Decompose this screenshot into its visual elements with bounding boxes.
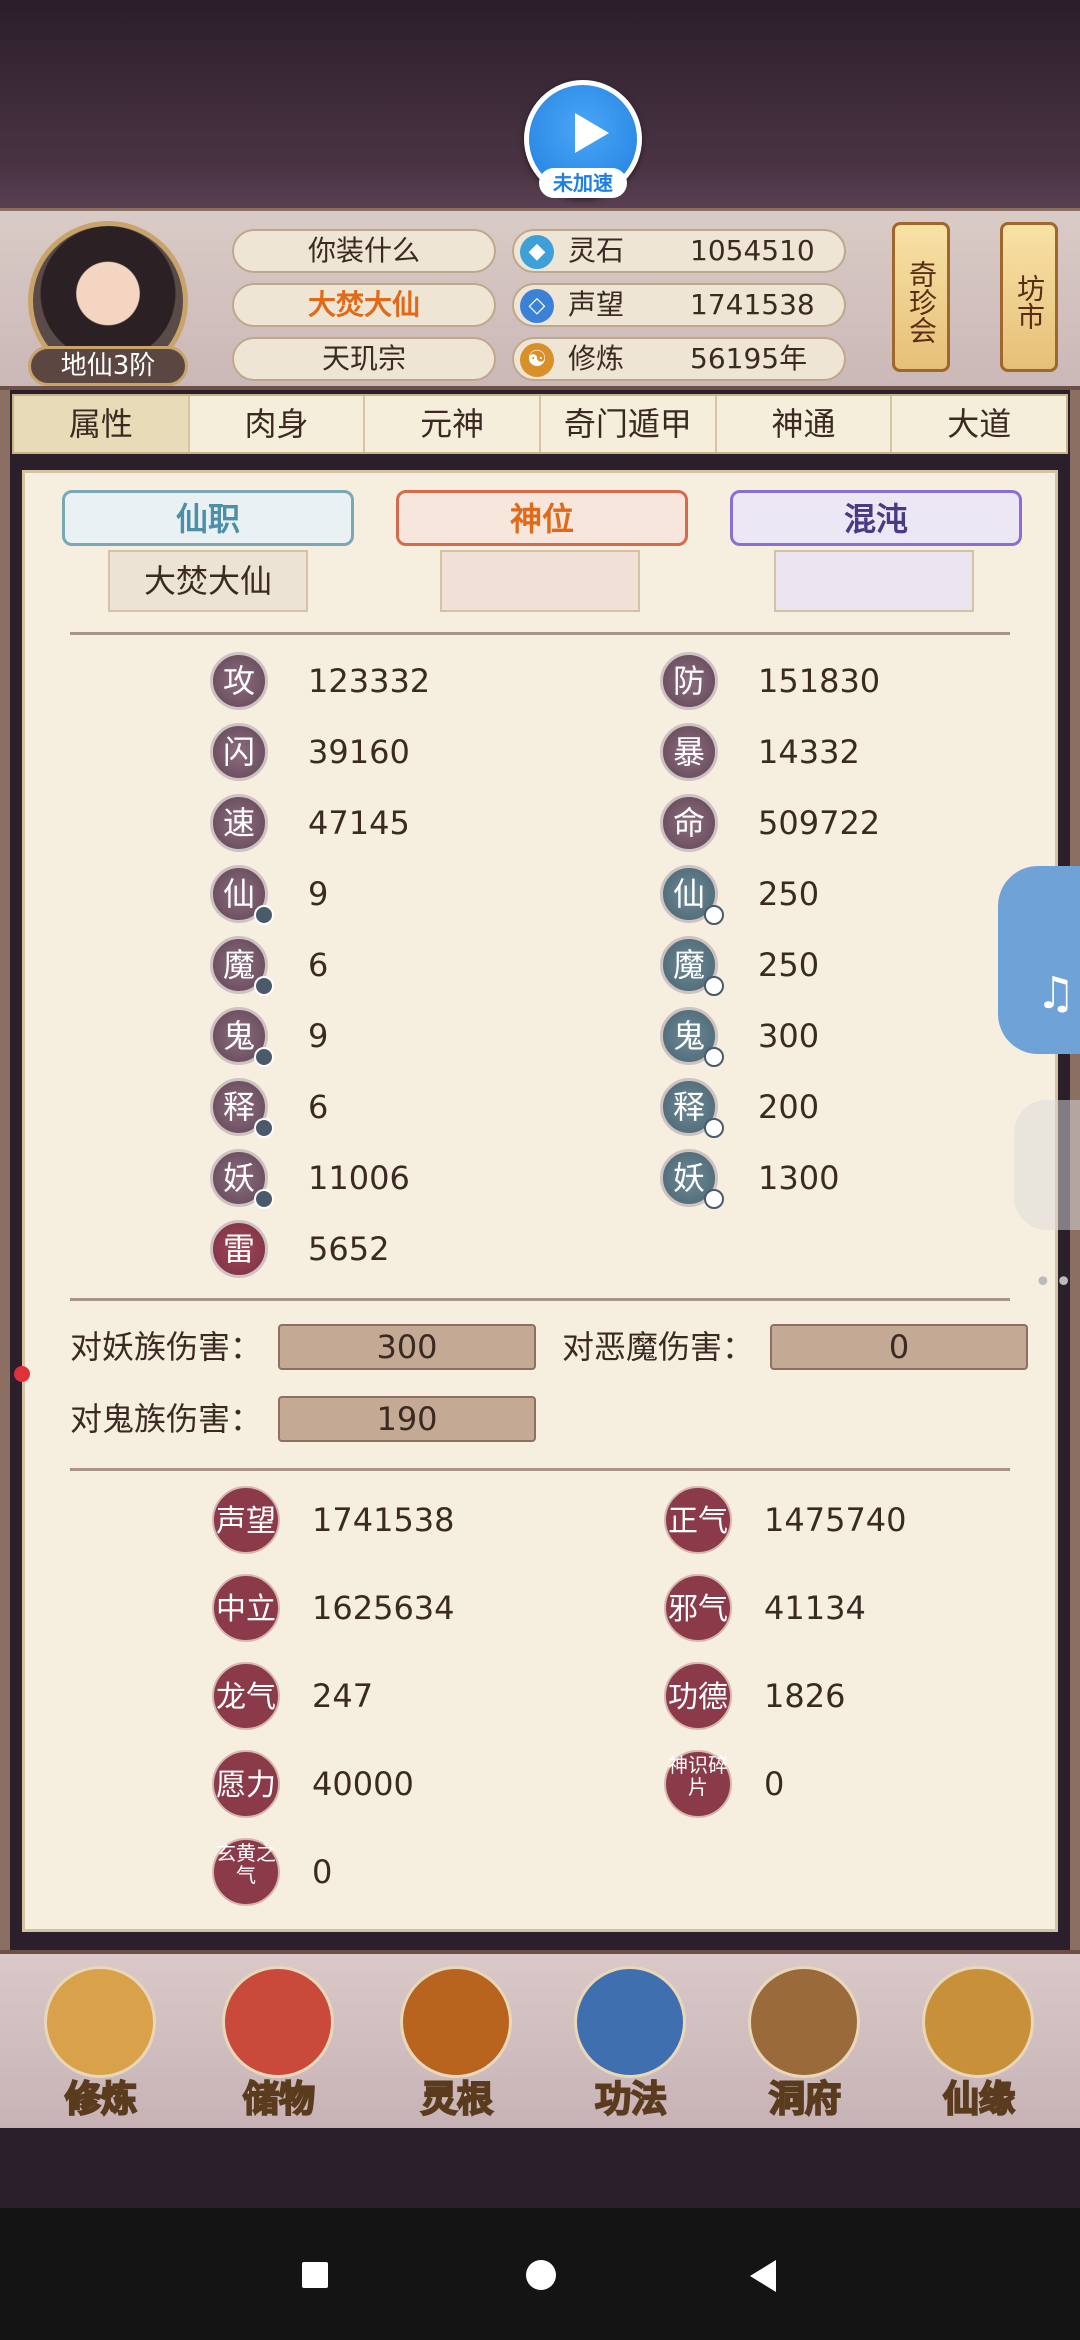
book-icon: [574, 1966, 686, 2078]
vs-monster-label: 对妖族伤害：: [70, 1328, 263, 1366]
attr-demon-attack: 魔6: [210, 936, 570, 996]
stat-merit: 功德 1826: [664, 1662, 1024, 1730]
attr-monster-attack: 妖 11006: [210, 1149, 570, 1209]
player-rank: 地仙3阶: [28, 346, 188, 386]
attr-immortal-resist: 仙 250: [660, 865, 1020, 925]
defense-type-icon: [704, 1047, 724, 1067]
stat-dragon-qi: 龙气 247: [212, 1662, 572, 1730]
music-note-icon: ♫: [1036, 968, 1076, 1019]
defense-type-icon: [704, 1189, 724, 1209]
attr-buddha-attack: 释6: [210, 1078, 570, 1138]
tab-bar: 属性 肉身 元神 奇门遁甲 神通 大道: [12, 394, 1068, 454]
chaos-banner[interactable]: 混沌: [730, 490, 1022, 546]
attr-demon-resist: 魔 250: [660, 936, 1020, 996]
attack-type-icon: [254, 1189, 274, 1209]
immortal-post-banner[interactable]: 仙职: [62, 490, 354, 546]
attr-thunder: 雷 5652: [210, 1220, 570, 1280]
tab-attributes[interactable]: 属性: [14, 396, 190, 452]
attr-hp: 命 509722: [660, 794, 1020, 854]
music-side-tab[interactable]: ♫: [998, 866, 1080, 1054]
spirit-stone-icon: ◆: [520, 235, 554, 269]
attr-monster-resist: 妖 1300: [660, 1149, 1020, 1209]
notification-dot: [14, 1366, 30, 1382]
vs-ghost-label: 对鬼族伤害：: [70, 1400, 263, 1438]
player-name: 你装什么: [232, 229, 496, 273]
nav-destiny[interactable]: 仙缘: [904, 1966, 1054, 2126]
attr-crit: 暴 14332: [660, 723, 1020, 783]
player-title: 大焚大仙: [232, 283, 496, 327]
vs-monster-value: 300: [278, 1324, 536, 1370]
defense-type-icon: [704, 1118, 724, 1138]
storage-bag-icon: [222, 1966, 334, 2078]
attack-type-icon: [254, 976, 274, 996]
back-icon[interactable]: [750, 2260, 776, 2292]
reputation-icon: ◇: [520, 289, 554, 323]
stat-evil: 邪气 41134: [664, 1574, 1024, 1642]
attr-dodge: 闪 39160: [210, 723, 570, 783]
vs-demon-label: 对恶魔伤害：: [562, 1328, 755, 1366]
speed-play-button[interactable]: 未加速: [524, 80, 642, 198]
stat-divine-shards: 神识碎片 0: [664, 1750, 1024, 1818]
attr-defense: 防 151830: [660, 652, 1020, 712]
player-sect: 天玑宗: [232, 337, 496, 381]
attack-type-icon: [254, 1118, 274, 1138]
defense-type-icon: [704, 905, 724, 925]
attr-ghost-resist: 鬼 300: [660, 1007, 1020, 1067]
nav-techniques[interactable]: 功法: [556, 1966, 706, 2126]
attr-speed: 速 47145: [210, 794, 570, 854]
defense-type-icon: [704, 976, 724, 996]
resource-cultivation: ☯ 修炼 56195年: [512, 337, 846, 381]
divider: [70, 632, 1010, 635]
recent-apps-icon[interactable]: [302, 2262, 328, 2288]
tab-body[interactable]: 肉身: [190, 396, 366, 452]
stat-xuanhuang-qi: 玄黄之气 0: [212, 1838, 572, 1906]
immortal-post-slot[interactable]: 大焚大仙: [108, 550, 308, 612]
chaos-slot[interactable]: [774, 550, 974, 612]
attr-ghost-attack: 鬼9: [210, 1007, 570, 1067]
attr-buddha-resist: 释 200: [660, 1078, 1020, 1138]
stat-willpower: 愿力 40000: [212, 1750, 572, 1818]
divine-rank-slot[interactable]: [440, 550, 640, 612]
spirit-root-icon: [400, 1966, 512, 2078]
nav-cave[interactable]: 洞府: [730, 1966, 880, 2126]
cultivate-icon: [44, 1966, 156, 2078]
vs-ghost-value: 190: [278, 1396, 536, 1442]
tab-dao[interactable]: 大道: [892, 396, 1066, 452]
nav-cultivate[interactable]: 修炼: [26, 1966, 176, 2126]
tab-qimen[interactable]: 奇门遁甲: [541, 396, 717, 452]
bottom-nav: 修炼 储物 灵根 功法 洞府 仙缘: [0, 1950, 1080, 2128]
play-icon: [575, 113, 609, 153]
left-frame: [0, 390, 10, 1950]
divine-rank-banner[interactable]: 神位: [396, 490, 688, 546]
resource-reputation: ◇ 声望 1741538: [512, 283, 846, 327]
rare-treasure-shop-button[interactable]: 奇珍会: [892, 222, 950, 372]
gourd-icon: [922, 1966, 1034, 2078]
footer-strip: [0, 2128, 1080, 2208]
cultivation-icon: ☯: [520, 343, 554, 377]
stat-reputation: 声望 1741538: [212, 1486, 572, 1554]
vs-demon-value: 0: [770, 1324, 1028, 1370]
cave-palace-icon: [748, 1966, 860, 2078]
attr-attack: 攻 123332: [210, 652, 570, 712]
attack-type-icon: [254, 905, 274, 925]
divider: [70, 1468, 1010, 1471]
tab-abilities[interactable]: 神通: [717, 396, 893, 452]
tab-spirit[interactable]: 元神: [365, 396, 542, 452]
nav-storage[interactable]: 储物: [204, 1966, 354, 2126]
nav-spirit-root[interactable]: 灵根: [382, 1966, 532, 2126]
home-icon[interactable]: [526, 2260, 556, 2290]
stat-righteous: 正气 1475740: [664, 1486, 1024, 1554]
resource-spirit-stone: ◆ 灵石 1054510: [512, 229, 846, 273]
stat-neutral: 中立 1625634: [212, 1574, 572, 1642]
market-button[interactable]: 坊市: [1000, 222, 1058, 372]
divider: [70, 1298, 1010, 1301]
speed-status-label: 未加速: [539, 168, 627, 198]
more-icon[interactable]: •••: [1034, 1265, 1080, 1300]
attack-type-icon: [254, 1047, 274, 1067]
attr-immortal-attack: 仙9: [210, 865, 570, 925]
mute-button[interactable]: [1014, 1100, 1080, 1230]
